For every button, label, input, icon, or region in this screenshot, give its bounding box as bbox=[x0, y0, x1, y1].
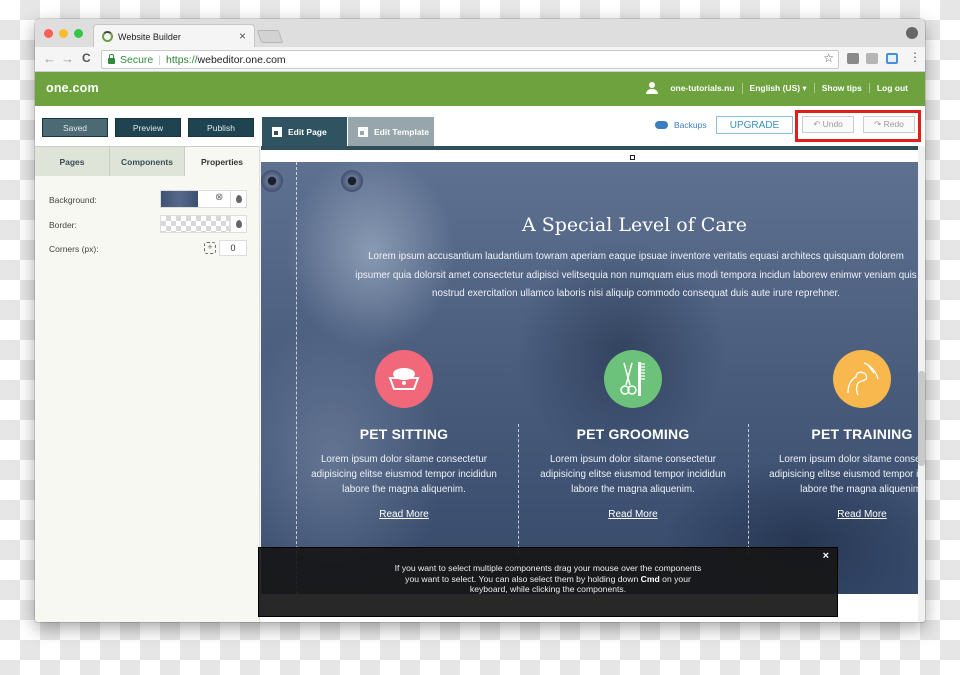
color-drop-icon bbox=[235, 195, 242, 203]
tab-components[interactable]: Components bbox=[110, 147, 185, 176]
back-icon[interactable]: ← bbox=[43, 51, 56, 66]
hero-section[interactable]: A Special Level of Care Lorem ipsum accu… bbox=[261, 162, 918, 594]
read-more-link[interactable]: Read More bbox=[379, 509, 428, 520]
scrollbar-thumb[interactable] bbox=[918, 371, 925, 466]
corners-label: Corners (px): bbox=[49, 244, 99, 254]
resize-handle[interactable] bbox=[630, 155, 635, 160]
feature-title: PET TRAINING bbox=[811, 426, 913, 442]
language-dropdown[interactable]: English (US) ▾ bbox=[741, 82, 814, 94]
screenshot-extension-icon[interactable] bbox=[886, 53, 898, 64]
settings-extension-icon[interactable] bbox=[866, 53, 878, 64]
page-icon bbox=[272, 126, 282, 137]
dog-hand-icon bbox=[833, 350, 891, 408]
feature-text: Lorem ipsum dolor sitame consectetur adi… bbox=[311, 454, 497, 495]
clear-background-icon[interactable]: ⊗ bbox=[215, 192, 223, 203]
left-panel-tabs: Pages Components Properties bbox=[35, 146, 259, 176]
bookmark-star-icon[interactable]: ☆ bbox=[823, 51, 834, 65]
close-window-button[interactable] bbox=[44, 29, 53, 38]
read-more-link[interactable]: Read More bbox=[837, 509, 886, 520]
corners-link-icon[interactable]: + bbox=[204, 242, 216, 254]
feature-text: Lorem ipsum dolor sitame consectetur adi… bbox=[540, 454, 726, 495]
feature-pet-grooming: PET GROOMING Lorem ipsum dolor sitame co… bbox=[518, 350, 748, 522]
backups-button[interactable]: Backups bbox=[655, 120, 707, 130]
hint-close-icon[interactable]: × bbox=[823, 551, 829, 562]
minimize-window-button[interactable] bbox=[59, 29, 68, 38]
app-header: one.com one-tutorials.nu English (US) ▾ … bbox=[35, 72, 925, 106]
canvas-top-border bbox=[261, 146, 925, 150]
preview-button[interactable]: Preview bbox=[115, 118, 181, 137]
browser-window: Website Builder × ← → C Secure | https:/… bbox=[35, 19, 925, 622]
account-link[interactable]: one-tutorials.nu bbox=[663, 83, 741, 93]
tab-pages[interactable]: Pages bbox=[35, 147, 110, 176]
logout-link[interactable]: Log out bbox=[868, 83, 915, 93]
tab-properties[interactable]: Properties bbox=[185, 147, 259, 176]
tab-title: Website Builder bbox=[118, 31, 181, 42]
hero-body-text[interactable]: Lorem ipsum accusantium laudantium towra… bbox=[321, 248, 918, 304]
template-icon bbox=[358, 126, 368, 137]
reload-icon[interactable]: C bbox=[82, 51, 91, 65]
upgrade-button[interactable]: UPGRADE bbox=[716, 116, 793, 134]
tab-edit-template-label: Edit Template bbox=[374, 126, 430, 137]
background-label: Background: bbox=[49, 195, 97, 205]
editor-toolbar: Saved Preview Publish Edit Page Edit Tem… bbox=[35, 106, 925, 146]
maximize-window-button[interactable] bbox=[74, 29, 83, 38]
forward-icon[interactable]: → bbox=[61, 51, 74, 66]
color-drop-icon bbox=[235, 220, 242, 228]
tab-close-icon[interactable]: × bbox=[239, 29, 246, 43]
lock-icon bbox=[108, 53, 115, 64]
multi-select-hint: If you want to select multiple component… bbox=[258, 547, 838, 617]
border-label: Border: bbox=[49, 220, 77, 230]
url-scheme: https:// bbox=[166, 53, 198, 66]
tab-edit-template[interactable]: Edit Template bbox=[348, 117, 434, 146]
kitten-eye bbox=[261, 170, 283, 192]
browser-menu-icon[interactable]: ⋮ bbox=[909, 50, 921, 64]
show-tips-link[interactable]: Show tips bbox=[813, 83, 869, 93]
address-bar[interactable]: Secure | https:// webeditor.one.com ☆ bbox=[101, 50, 839, 69]
kitten-eye bbox=[341, 170, 363, 192]
top-nav: one-tutorials.nu English (US) ▾ Show tip… bbox=[646, 82, 915, 94]
canvas-scrollbar[interactable] bbox=[918, 146, 925, 622]
favicon-icon bbox=[102, 31, 113, 42]
browser-tab[interactable]: Website Builder × bbox=[93, 24, 255, 48]
border-swatch[interactable] bbox=[160, 215, 230, 233]
saved-button[interactable]: Saved bbox=[42, 118, 108, 137]
camera-extension-icon[interactable] bbox=[847, 53, 859, 64]
user-icon bbox=[646, 82, 659, 94]
browser-tab-strip: Website Builder × bbox=[35, 19, 925, 48]
hint-key: Cmd bbox=[640, 573, 660, 584]
scissors-comb-icon bbox=[604, 350, 662, 408]
backups-label: Backups bbox=[674, 120, 707, 130]
corners-input[interactable]: 0 bbox=[219, 240, 247, 256]
tab-edit-page-label: Edit Page bbox=[288, 126, 327, 137]
feature-title: PET GROOMING bbox=[576, 426, 690, 442]
secure-label: Secure bbox=[120, 53, 154, 66]
feature-title: PET SITTING bbox=[359, 426, 449, 442]
hero-title[interactable]: A Special Level of Care bbox=[261, 214, 918, 236]
publish-button[interactable]: Publish bbox=[188, 118, 254, 137]
logo[interactable]: one.com bbox=[46, 81, 99, 95]
url-host: webeditor.one.com bbox=[197, 53, 286, 66]
left-panel: Pages Components Properties Background: … bbox=[35, 146, 260, 622]
address-separator: | bbox=[158, 53, 162, 66]
undo-button[interactable]: ↶ Undo bbox=[802, 116, 854, 133]
border-color-picker[interactable] bbox=[230, 215, 247, 233]
background-color-picker[interactable] bbox=[230, 190, 247, 208]
redo-button[interactable]: ↷ Redo bbox=[863, 116, 915, 133]
new-tab-button[interactable] bbox=[256, 30, 284, 43]
feature-pet-training: PET TRAINING Lorem ipsum dolor sitame co… bbox=[747, 350, 918, 522]
feature-pet-sitting: PET SITTING Lorem ipsum dolor sitame con… bbox=[289, 350, 519, 522]
read-more-link[interactable]: Read More bbox=[608, 509, 657, 520]
background-image-thumbnail bbox=[161, 191, 198, 207]
cloud-icon bbox=[655, 121, 668, 129]
tab-edit-page[interactable]: Edit Page bbox=[262, 117, 347, 146]
browser-toolbar: ← → C Secure | https:// webeditor.one.co… bbox=[35, 47, 925, 72]
feature-text: Lorem ipsum dolor sitame consectetur adi… bbox=[769, 454, 918, 495]
profile-icon[interactable] bbox=[906, 27, 918, 39]
pet-bowl-icon bbox=[375, 350, 433, 408]
